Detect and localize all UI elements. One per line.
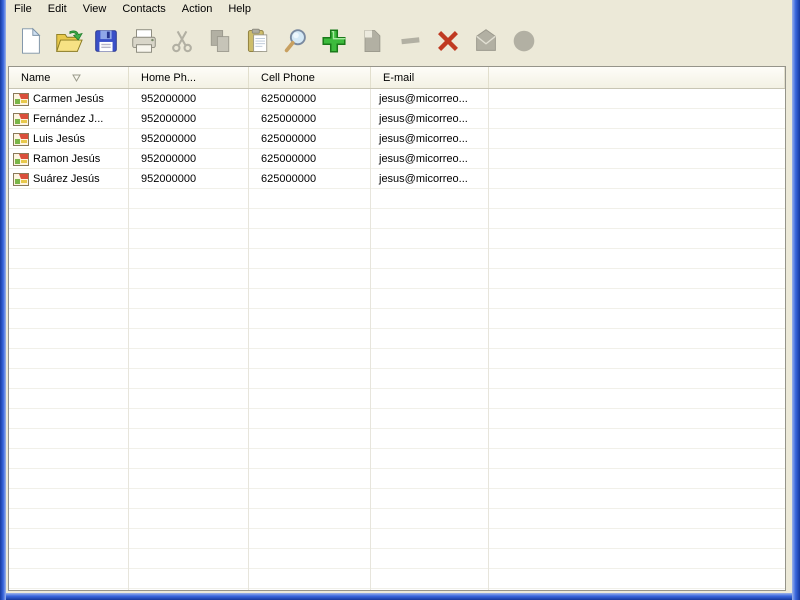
contact-name-text: Fernández J...	[33, 113, 104, 125]
magnifier-icon	[281, 26, 311, 56]
cell-email: jesus@micorreo...	[379, 133, 468, 145]
column-header-cell_phone[interactable]: Cell Phone	[249, 67, 371, 88]
column-header-label: E-mail	[383, 71, 415, 84]
contact-name-text: Ramon Jesús	[33, 153, 101, 165]
gray-minus-icon	[395, 26, 425, 56]
column-header-label: Name	[21, 71, 51, 84]
find-button[interactable]	[277, 22, 315, 60]
edit-contact-button	[353, 22, 391, 60]
column-header-name[interactable]: Name	[9, 67, 129, 88]
print-button[interactable]	[125, 22, 163, 60]
window-border-bottom	[0, 593, 800, 600]
cell-cell-phone: 625000000	[261, 93, 317, 105]
cell-name: Carmen Jesús	[9, 89, 129, 109]
menu-item-help[interactable]: Help	[220, 1, 259, 17]
gray-ball-icon	[509, 26, 539, 56]
red-x-icon	[433, 26, 463, 56]
contacts-table: Name Home Ph... Cell Phone E-mail Carmen Je…	[8, 66, 786, 591]
column-header-label: Cell Phone	[261, 71, 315, 84]
cell-home-phone: 952000000	[141, 173, 197, 185]
cell-name: Fernández J...	[9, 109, 129, 129]
contact-name-text: Luis Jesús	[33, 133, 85, 145]
column-header-home_phone[interactable]: Home Ph...	[129, 67, 249, 88]
toolbar	[6, 17, 792, 64]
save-floppy-icon	[91, 26, 121, 56]
menu-item-contacts[interactable]: Contacts	[114, 1, 173, 17]
menu-item-view[interactable]: View	[75, 1, 115, 17]
contact-row[interactable]: Ramon Jesús 952000000 625000000 jesus@micor…	[9, 149, 785, 169]
add-contact-button[interactable]	[315, 22, 353, 60]
contact-card-icon	[13, 172, 29, 187]
cell-cell-phone: 625000000	[261, 153, 317, 165]
contact-row[interactable]: Luis Jesús 952000000 625000000 jesus@micorr…	[9, 129, 785, 149]
cut-button	[163, 22, 201, 60]
app-window: File Edit View Contacts Action Help Name Home …	[0, 0, 800, 600]
contact-card-icon	[13, 112, 29, 127]
column-header-filler	[489, 67, 785, 88]
cell-email: jesus@micorreo...	[379, 153, 468, 165]
contact-card-icon	[13, 92, 29, 107]
cell-name: Ramon Jesús	[9, 149, 129, 169]
menu-item-edit[interactable]: Edit	[40, 1, 75, 17]
column-header-label: Home Ph...	[141, 71, 197, 84]
new-button[interactable]	[11, 22, 49, 60]
copy-button	[201, 22, 239, 60]
contact-name-text: Carmen Jesús	[33, 93, 104, 105]
envelope-icon	[471, 26, 501, 56]
send-mail-button	[467, 22, 505, 60]
copy-pages-icon	[206, 26, 234, 56]
menu-item-file[interactable]: File	[6, 1, 40, 17]
open-folder-icon	[53, 26, 83, 56]
cell-home-phone: 952000000	[141, 153, 197, 165]
new-document-icon	[15, 26, 45, 56]
menu-bar: File Edit View Contacts Action Help	[6, 0, 792, 17]
scissors-icon	[168, 26, 196, 56]
cell-home-phone: 952000000	[141, 133, 197, 145]
cell-name: Suárez Jesús	[9, 169, 129, 189]
cell-email: jesus@micorreo...	[379, 173, 468, 185]
remove-contact-button	[391, 22, 429, 60]
web-button	[505, 22, 543, 60]
gray-page-icon	[358, 26, 386, 56]
column-header-email[interactable]: E-mail	[371, 67, 489, 88]
menu-item-action[interactable]: Action	[174, 1, 221, 17]
table-header: Name Home Ph... Cell Phone E-mail	[9, 67, 785, 89]
contact-name-text: Suárez Jesús	[33, 173, 100, 185]
window-border-left	[0, 0, 6, 600]
open-button[interactable]	[49, 22, 87, 60]
contact-row[interactable]: Suárez Jesús 952000000 625000000 jesus@mico…	[9, 169, 785, 189]
cell-home-phone: 952000000	[141, 113, 197, 125]
contact-card-icon	[13, 132, 29, 147]
cell-email: jesus@micorreo...	[379, 93, 468, 105]
printer-icon	[128, 26, 160, 56]
green-plus-icon	[319, 26, 349, 56]
cell-cell-phone: 625000000	[261, 133, 317, 145]
paste-button[interactable]	[239, 22, 277, 60]
cell-name: Luis Jesús	[9, 129, 129, 149]
cell-cell-phone: 625000000	[261, 173, 317, 185]
cell-email: jesus@micorreo...	[379, 113, 468, 125]
save-button[interactable]	[87, 22, 125, 60]
cell-cell-phone: 625000000	[261, 113, 317, 125]
table-body: Carmen Jesús 952000000 625000000 jesus@mico…	[9, 89, 785, 590]
contact-row[interactable]: Fernández J... 952000000 625000000 jesus@mi…	[9, 109, 785, 129]
window-border-right	[792, 0, 800, 600]
contact-card-icon	[13, 152, 29, 167]
delete-button[interactable]	[429, 22, 467, 60]
clipboard-icon	[244, 26, 272, 56]
sort-desc-icon	[72, 74, 82, 82]
contact-row[interactable]: Carmen Jesús 952000000 625000000 jesus@mico…	[9, 89, 785, 109]
cell-home-phone: 952000000	[141, 93, 197, 105]
